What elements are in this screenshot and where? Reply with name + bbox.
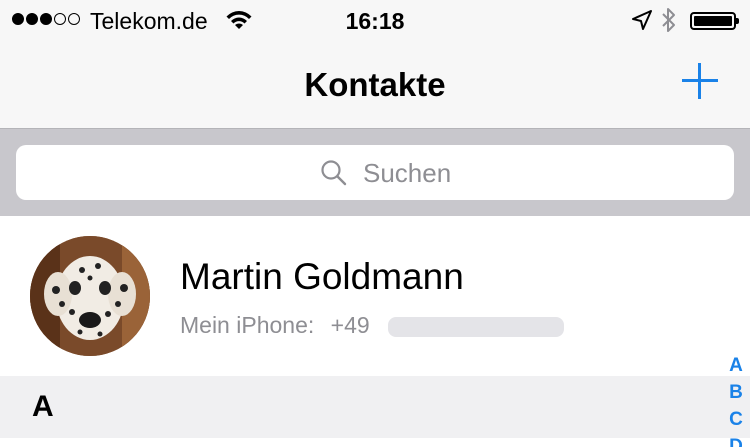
battery-icon bbox=[690, 12, 739, 30]
index-letter[interactable]: D bbox=[722, 433, 750, 447]
phone-prefix: +49 bbox=[330, 312, 370, 338]
contact-name: Martin Goldmann bbox=[180, 256, 464, 297]
add-contact-button[interactable] bbox=[676, 58, 724, 106]
contact-phone: Mein iPhone: +49 bbox=[180, 312, 565, 339]
status-bar: Telekom.de 16:18 bbox=[0, 0, 750, 40]
navigation-bar: Kontakte bbox=[0, 40, 750, 128]
redacted-phone-number bbox=[388, 316, 565, 337]
location-arrow-icon bbox=[631, 9, 653, 36]
section-header: A bbox=[0, 376, 750, 438]
bluetooth-icon bbox=[660, 7, 678, 38]
battery-level bbox=[694, 16, 732, 26]
index-letter[interactable]: A bbox=[722, 352, 750, 379]
my-contact-card[interactable]: Martin Goldmann Mein iPhone: +49 bbox=[0, 216, 750, 376]
alphabet-index[interactable]: A B C D bbox=[722, 352, 750, 447]
phone-label: Mein iPhone: bbox=[180, 312, 315, 338]
search-placeholder: Suchen bbox=[363, 158, 452, 188]
search-area: Suchen bbox=[0, 128, 750, 216]
section-letter: A bbox=[32, 390, 54, 423]
search-input[interactable]: Suchen bbox=[16, 145, 734, 200]
index-letter[interactable]: B bbox=[722, 379, 750, 406]
index-letter[interactable]: C bbox=[722, 406, 750, 433]
page-title: Kontakte bbox=[304, 66, 446, 103]
avatar bbox=[30, 236, 150, 356]
search-icon bbox=[320, 159, 348, 192]
